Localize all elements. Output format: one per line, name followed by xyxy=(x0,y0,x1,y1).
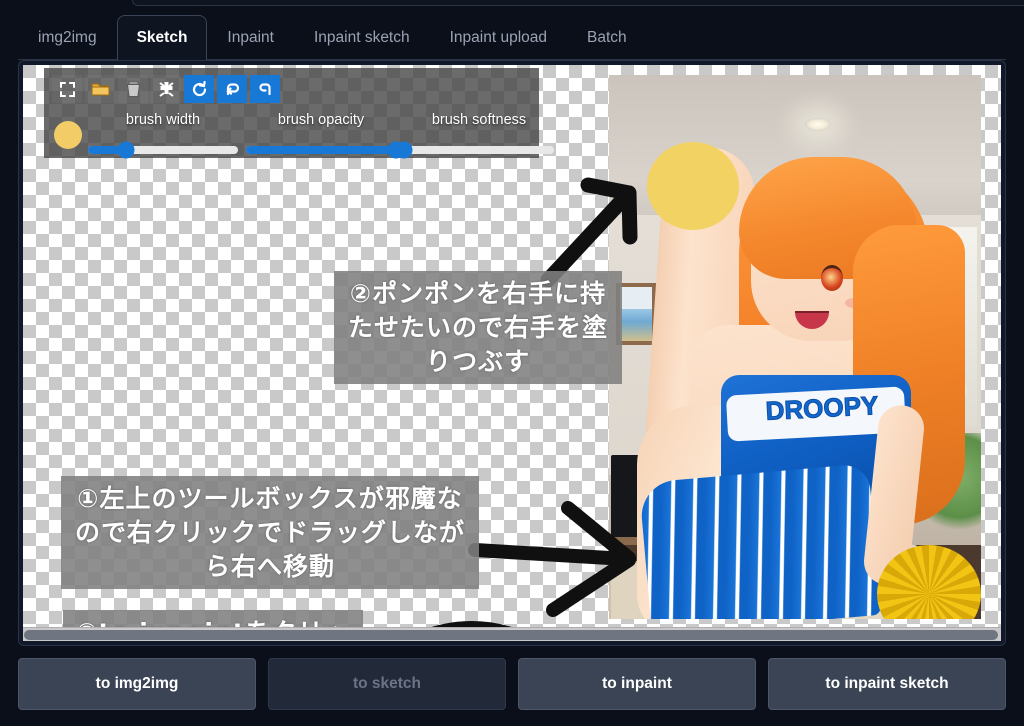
tab-sketch[interactable]: Sketch xyxy=(117,15,208,60)
character-eye xyxy=(821,265,843,291)
button-label: to inpaint xyxy=(602,675,672,693)
brush-width-slider-group: brush width xyxy=(88,112,238,160)
brush-width-label: brush width xyxy=(88,112,238,128)
button-label: to inpaint sketch xyxy=(825,675,948,693)
fullscreen-icon[interactable] xyxy=(52,75,82,103)
brush-paint-blob xyxy=(647,142,739,230)
to-inpaint-sketch-button[interactable]: to inpaint sketch xyxy=(768,658,1006,710)
to-img2img-button[interactable]: to img2img xyxy=(18,658,256,710)
tab-inpaint[interactable]: Inpaint xyxy=(207,15,294,60)
tab-label: Inpaint xyxy=(227,29,274,47)
remove-icon[interactable] xyxy=(151,75,181,103)
tab-inpaint-upload[interactable]: Inpaint upload xyxy=(430,15,567,60)
cheerleader-skirt xyxy=(639,463,881,619)
to-inpaint-button[interactable]: to inpaint xyxy=(518,658,756,710)
brush-width-slider[interactable] xyxy=(88,146,238,154)
folder-icon[interactable] xyxy=(85,75,115,103)
brush-opacity-label: brush opacity xyxy=(246,112,396,128)
sketch-canvas[interactable]: DROOPY xyxy=(23,65,1001,641)
tab-label: Inpaint sketch xyxy=(314,29,410,47)
scrollbar-thumb[interactable] xyxy=(24,630,998,640)
tab-inpaint-sketch[interactable]: Inpaint sketch xyxy=(294,15,430,60)
slider-thumb[interactable] xyxy=(396,142,413,159)
tab-label: Inpaint upload xyxy=(450,29,547,47)
reset-icon[interactable] xyxy=(184,75,214,103)
brush-toolbox[interactable]: brush width brush opacity xyxy=(44,68,539,158)
tab-label: Batch xyxy=(587,29,627,47)
send-to-buttons: to img2img to sketch to inpaint to inpai… xyxy=(18,658,1006,710)
tab-batch[interactable]: Batch xyxy=(567,15,647,60)
mode-tabbar: img2img Sketch Inpaint Inpaint sketch In… xyxy=(18,14,1006,60)
to-sketch-button: to sketch xyxy=(268,658,506,710)
slider-fill xyxy=(246,146,396,154)
sketch-panel: DROOPY xyxy=(18,60,1006,646)
above-panel-edge xyxy=(132,0,1024,6)
button-label: to sketch xyxy=(353,675,421,693)
undo-icon[interactable] xyxy=(217,75,247,103)
brush-softness-slider-group: brush softness xyxy=(404,112,554,160)
brush-softness-label: brush softness xyxy=(404,112,554,128)
brush-softness-slider[interactable] xyxy=(404,146,554,154)
ceiling-light xyxy=(805,118,831,131)
app-root: img2img Sketch Inpaint Inpaint sketch In… xyxy=(0,0,1024,726)
brush-settings-row: brush width brush opacity xyxy=(52,110,531,160)
redo-icon[interactable] xyxy=(250,75,280,103)
button-label: to img2img xyxy=(96,675,179,693)
wall-picture-left xyxy=(616,283,656,345)
canvas-horizontal-scrollbar[interactable] xyxy=(23,627,1001,641)
toolbox-icon-row xyxy=(52,74,531,104)
annotation-step-2: ②ポンポンを右手に持たせたいので右手を塗りつぶす xyxy=(334,271,622,384)
brush-color-swatch[interactable] xyxy=(54,121,82,149)
tab-img2img[interactable]: img2img xyxy=(18,15,117,60)
annotation-step-1: ①左上のツールボックスが邪魔なので右クリックでドラッグしながら右へ移動 xyxy=(61,476,479,589)
trash-icon[interactable] xyxy=(118,75,148,103)
brush-opacity-slider-group: brush opacity xyxy=(246,112,396,160)
tab-label: img2img xyxy=(38,29,97,47)
slider-thumb[interactable] xyxy=(117,142,134,159)
tab-label: Sketch xyxy=(137,29,188,47)
brush-opacity-slider[interactable] xyxy=(246,146,396,154)
arrow-to-image-upper xyxy=(475,508,629,610)
